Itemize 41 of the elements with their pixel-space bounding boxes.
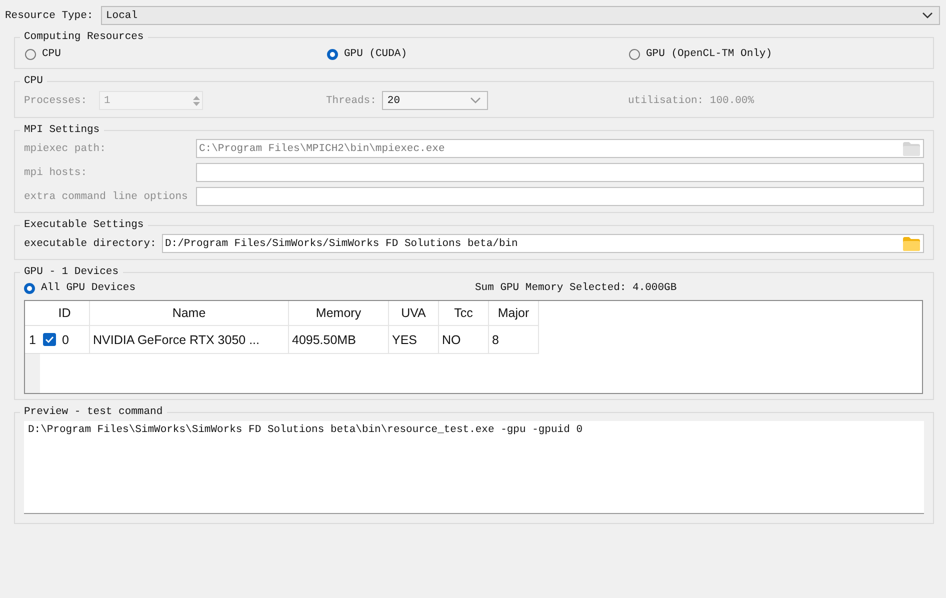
- radio-option[interactable]: All GPU Devices: [24, 282, 475, 294]
- input-field[interactable]: D:/Program Files/SimWorks/SimWorks FD Solutions beta/bin: [162, 234, 924, 253]
- spin-arrows-icon: [193, 94, 200, 106]
- checkbox[interactable]: [43, 333, 56, 346]
- radio-option[interactable]: GPU (OpenCL-TM Only): [629, 48, 924, 60]
- column-header[interactable]: ID: [40, 301, 90, 326]
- table-cell: NVIDIA GeForce RTX 3050 ...: [90, 326, 289, 354]
- group-title: MPI Settings: [23, 124, 101, 136]
- field-label: Resource Type:: [5, 10, 93, 22]
- chevron-down-icon: [470, 97, 482, 104]
- group-title: GPU - 1 Devices: [23, 266, 120, 278]
- utilisation-text: utilisation: 100.00%: [628, 94, 756, 106]
- group-title: CPU: [23, 75, 44, 87]
- column-header[interactable]: Major: [489, 301, 539, 326]
- table-cell: 0: [40, 326, 90, 354]
- radio-option[interactable]: CPU: [25, 48, 327, 60]
- field-label: Processes:: [24, 94, 88, 106]
- group-title: Computing Resources: [23, 31, 145, 43]
- column-header[interactable]: Memory: [289, 301, 389, 326]
- chevron-down-icon: [922, 12, 933, 19]
- field-label: mpiexec path:: [24, 142, 107, 154]
- group-title: Executable Settings: [23, 219, 145, 231]
- threads-dropdown[interactable]: 20: [382, 91, 488, 110]
- column-header[interactable]: Name: [90, 301, 289, 326]
- field-label: executable directory:: [24, 238, 156, 250]
- table-cell: YES: [389, 326, 439, 354]
- radio-option[interactable]: GPU (CUDA): [327, 48, 629, 60]
- column-header[interactable]: Tcc: [439, 301, 489, 326]
- field-label: Threads:: [326, 94, 376, 106]
- table-cell: NO: [439, 326, 489, 354]
- field-label: extra command line options: [24, 190, 189, 202]
- memory-summary: Sum GPU Memory Selected: 4.000GB: [475, 282, 678, 294]
- folder-icon[interactable]: [903, 236, 920, 250]
- column-header[interactable]: UVA: [389, 301, 439, 326]
- group-title: Preview - test command: [23, 406, 164, 418]
- row-header[interactable]: 1: [25, 326, 40, 354]
- table-cell: 8: [489, 326, 539, 354]
- table-cell: 4095.50MB: [289, 326, 389, 354]
- field-label: mpi hosts:: [24, 166, 88, 178]
- resource-type-dropdown[interactable]: Local: [101, 6, 940, 25]
- command-preview: D:\Program Files\SimWorks\SimWorks FD Solutions beta\bin\resource_test.exe -gpu -gpuid 0: [24, 421, 924, 514]
